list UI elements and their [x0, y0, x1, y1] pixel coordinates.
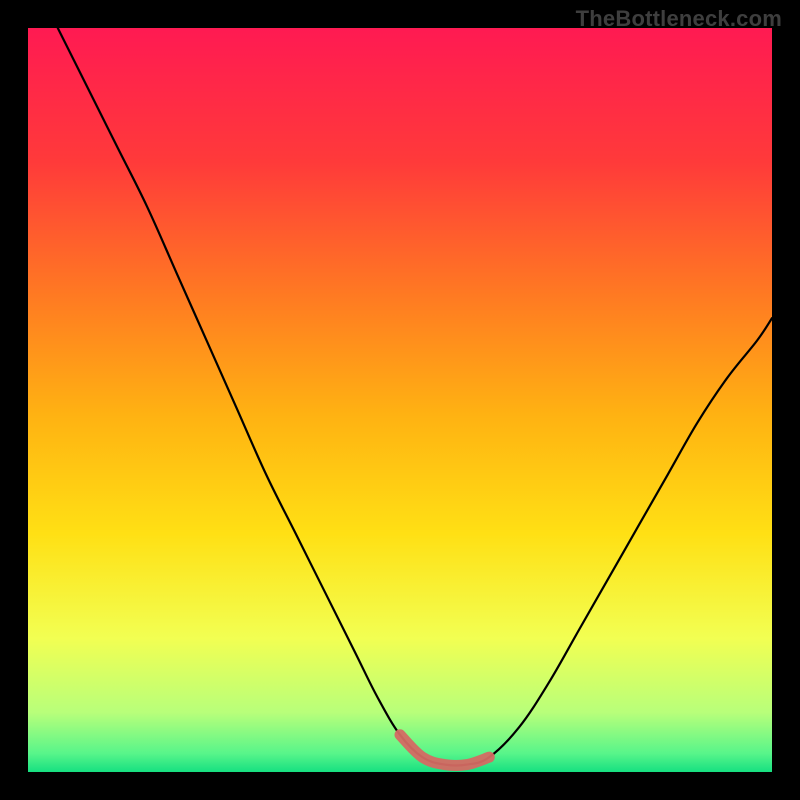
chart-svg [28, 28, 772, 772]
chart-frame: TheBottleneck.com [0, 0, 800, 800]
gradient-background [28, 28, 772, 772]
watermark-text: TheBottleneck.com [576, 6, 782, 32]
plot-area [28, 28, 772, 772]
